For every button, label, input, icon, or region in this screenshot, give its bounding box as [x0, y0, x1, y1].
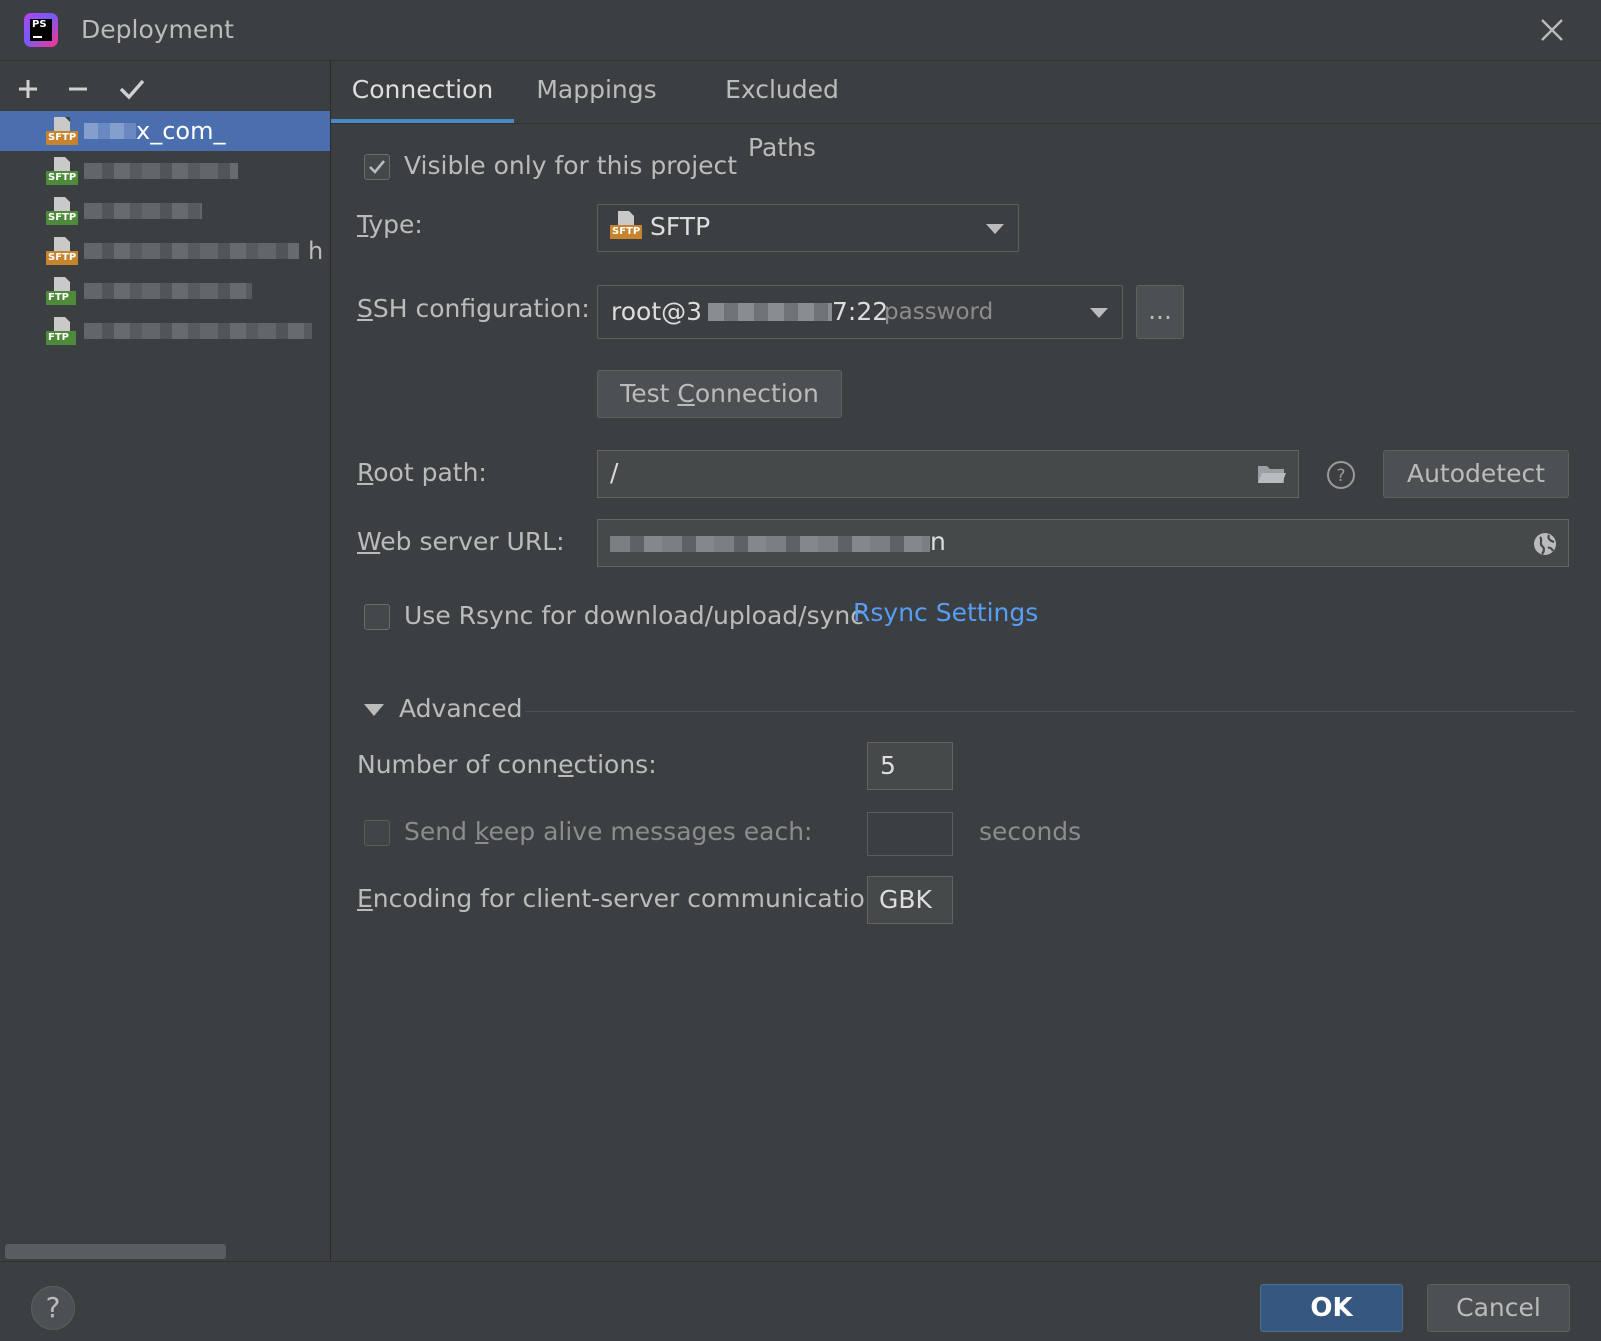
root-path-value: /	[610, 458, 619, 487]
ssh-configuration-dropdown[interactable]: root@3 7:22 password	[597, 285, 1123, 339]
encoding-label: Encoding for client-server communication…	[357, 884, 890, 913]
server-list: SFTP x_com_ SFTP SFTP SFTP h FTP FTP	[0, 111, 330, 351]
sftp-server-icon: SFTP	[46, 157, 79, 187]
test-connection-button[interactable]: Test Connection	[597, 370, 842, 418]
advanced-divider	[525, 711, 1575, 712]
seconds-label: seconds	[979, 817, 1082, 846]
web-url-value-tail: n	[930, 527, 946, 556]
sftp-server-icon: SFTP	[46, 237, 79, 267]
set-default-button[interactable]	[112, 69, 152, 109]
use-rsync-label: Use Rsync for download/upload/sync	[404, 601, 864, 630]
remove-server-button[interactable]	[58, 69, 98, 109]
add-server-button[interactable]	[8, 69, 48, 109]
ftp-server-icon: FTP	[46, 277, 78, 307]
autodetect-button[interactable]: Autodetect	[1383, 450, 1569, 498]
server-name: x_com_	[136, 117, 226, 145]
encoding-input[interactable]: GBK	[867, 876, 953, 924]
server-item[interactable]: SFTP	[0, 151, 330, 191]
ssh-auth-hint: password	[884, 299, 994, 325]
keep-alive-input[interactable]	[867, 812, 953, 856]
keep-alive-checkbox[interactable]	[364, 820, 390, 846]
keep-alive-label: Send keep alive messages each:	[404, 817, 813, 846]
chevron-down-icon	[1090, 308, 1108, 318]
type-value: SFTP	[650, 212, 711, 241]
visible-only-checkbox[interactable]	[364, 154, 390, 180]
chevron-down-icon	[986, 224, 1004, 234]
server-name: h	[308, 237, 324, 265]
server-item[interactable]: SFTP x_com_	[0, 111, 330, 151]
window-title: Deployment	[81, 15, 234, 44]
server-item[interactable]: SFTP h	[0, 231, 330, 271]
plus-icon	[8, 69, 48, 109]
title-bar	[0, 0, 1601, 61]
logo-text: PS	[32, 19, 47, 30]
web-server-url-input[interactable]: n	[597, 519, 1569, 567]
server-item[interactable]: SFTP	[0, 191, 330, 231]
advanced-section-title[interactable]: Advanced	[399, 694, 523, 723]
rsync-settings-link[interactable]: Rsync Settings	[853, 598, 1038, 627]
root-path-input[interactable]: /	[597, 450, 1299, 498]
globe-icon[interactable]	[1532, 531, 1558, 563]
type-label: Type:	[357, 210, 423, 239]
visible-only-label: Visible only for this project	[404, 151, 738, 180]
ssh-value-prefix: root@3	[611, 297, 703, 326]
triangle-down-icon[interactable]	[364, 703, 384, 722]
connections-value: 5	[880, 751, 896, 780]
sftp-icon: SFTP	[610, 211, 643, 241]
help-button[interactable]: ?	[31, 1286, 75, 1330]
tab-connection[interactable]: Connection	[331, 61, 514, 123]
sftp-server-icon: SFTP	[46, 117, 79, 147]
server-item[interactable]: FTP	[0, 271, 330, 311]
footer-divider	[0, 1261, 1601, 1262]
redacted-url	[610, 536, 930, 552]
root-path-label: Root path:	[357, 458, 487, 487]
minus-icon	[58, 69, 98, 109]
cancel-button[interactable]: Cancel	[1427, 1284, 1570, 1332]
tab-bar: Connection Mappings Excluded Paths	[331, 61, 1601, 162]
help-icon[interactable]: ?	[1326, 460, 1356, 494]
ssh-browse-button[interactable]: ...	[1136, 285, 1184, 339]
encoding-value: GBK	[879, 885, 932, 914]
web-server-url-label: Web server URL:	[357, 527, 565, 556]
ok-button[interactable]: OK	[1260, 1284, 1403, 1332]
server-item[interactable]: FTP	[0, 311, 330, 351]
ftp-server-icon: FTP	[46, 317, 78, 347]
tab-excluded-paths[interactable]: Excluded Paths	[692, 61, 872, 162]
redacted-host	[708, 303, 832, 321]
close-icon[interactable]	[1536, 14, 1568, 46]
sftp-server-icon: SFTP	[46, 197, 79, 227]
connections-label: Number of connections:	[357, 750, 657, 779]
ssh-configuration-label: SSH configuration:	[357, 294, 590, 323]
horizontal-scrollbar[interactable]	[5, 1244, 226, 1259]
connections-input[interactable]: 5	[867, 742, 953, 790]
use-rsync-checkbox[interactable]	[364, 604, 390, 630]
svg-text:?: ?	[1336, 466, 1345, 486]
tab-mappings[interactable]: Mappings	[530, 61, 663, 123]
folder-open-icon[interactable]	[1256, 462, 1288, 492]
check-icon	[112, 69, 152, 109]
server-list-panel: SFTP x_com_ SFTP SFTP SFTP h FTP FTP	[0, 61, 331, 1261]
ssh-value-suffix: 7:22	[832, 297, 889, 326]
phpstorm-logo-icon: PS	[24, 13, 58, 47]
type-dropdown[interactable]: SFTP SFTP	[597, 204, 1019, 252]
